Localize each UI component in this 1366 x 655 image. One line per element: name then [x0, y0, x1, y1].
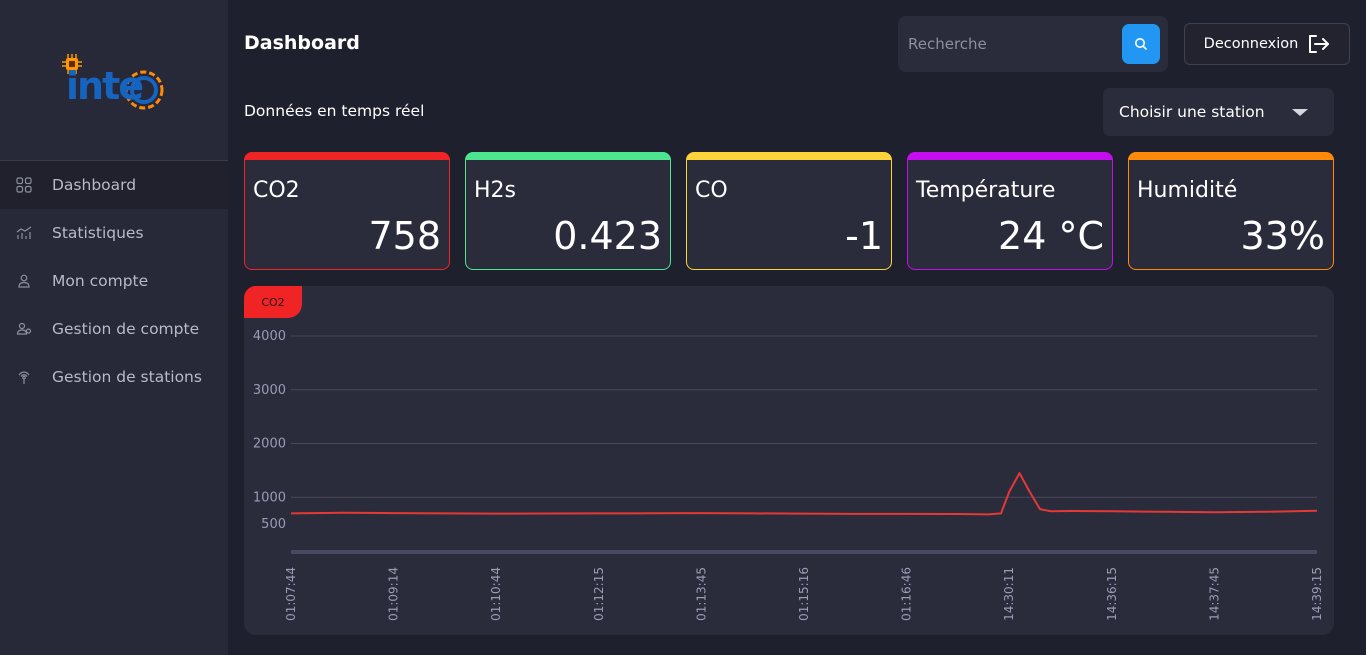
card-value: -1: [845, 214, 883, 258]
sidebar-item-label: Gestion de stations: [52, 368, 202, 386]
x-tick-label: 14:30:11: [1002, 567, 1016, 621]
station-select-label: Choisir une station: [1119, 103, 1265, 121]
x-tick-label: 01:07:44: [284, 567, 298, 621]
caret-down-icon: [1292, 109, 1308, 116]
antenna-icon: [16, 369, 32, 385]
y-tick-label: 4000: [253, 329, 286, 344]
sidebar-item-statistiques[interactable]: Statistiques: [0, 209, 228, 257]
x-tick-label: 01:16:46: [900, 567, 914, 621]
co2-line-chart: 500 1000 2000 3000 4000 01:07:44 01:09:14 01:10…: [253, 329, 1324, 621]
sensor-card-h2s: H2s 0.423: [465, 152, 671, 270]
sidebar-item-mon-compte[interactable]: Mon compte: [0, 257, 228, 305]
search-button[interactable]: [1122, 24, 1160, 64]
sensor-card-humidite: Humidité 33%: [1128, 152, 1334, 270]
card-title: H2s: [474, 178, 517, 203]
card-title: Température: [916, 178, 1056, 203]
search-box: [898, 16, 1168, 72]
card-title: CO2: [253, 178, 300, 203]
user-icon: [16, 273, 32, 289]
sidebar-item-label: Statistiques: [52, 224, 144, 242]
x-tick-label: 14:36:15: [1105, 567, 1119, 621]
series-line-co2: [290, 472, 1318, 516]
co2-chart-panel: 500 1000 2000 3000 4000 01:07:44 01:09:14 01:10…: [244, 286, 1334, 635]
page-title: Dashboard: [244, 32, 360, 54]
logo-text: inte: [66, 64, 144, 108]
x-tick-label: 01:09:14: [387, 567, 401, 621]
x-tick-label: 01:10:44: [489, 567, 503, 621]
sensor-card-co: CO -1: [686, 152, 892, 270]
card-title: Humidité: [1137, 178, 1238, 203]
logout-label: Deconnexion: [1203, 36, 1299, 52]
x-tick-label: 14:37:45: [1207, 567, 1221, 621]
chart-icon: [16, 225, 32, 241]
sidebar-item-dashboard[interactable]: Dashboard: [0, 161, 228, 209]
sidebar: inte Dashboard Statistiques Mon compte G: [0, 0, 228, 655]
card-value: 24 °C: [998, 214, 1104, 258]
card-value: 758: [368, 214, 441, 258]
sidebar-item-gestion-de-compte[interactable]: Gestion de compte: [0, 305, 228, 353]
x-tick-label: 01:15:16: [797, 567, 811, 621]
card-title: CO: [695, 178, 728, 203]
card-value: 33%: [1240, 214, 1325, 258]
search-input[interactable]: [908, 32, 1108, 56]
sensor-card-temperature: Température 24 °C: [907, 152, 1113, 270]
sensor-card-co2: CO2 758: [244, 152, 450, 270]
y-tick-label: 2000: [253, 437, 286, 452]
sidebar-item-label: Mon compte: [52, 272, 149, 290]
x-tick-label: 01:12:15: [592, 567, 606, 621]
search-icon: [1135, 38, 1148, 51]
brand-logo: inte: [60, 52, 170, 116]
sidebar-item-label: Gestion de compte: [52, 320, 200, 338]
card-value: 0.423: [553, 214, 662, 258]
station-select[interactable]: Choisir une station: [1103, 88, 1334, 136]
y-tick-label: 1000: [253, 490, 286, 505]
y-tick-label: 3000: [253, 383, 286, 398]
sidebar-nav: Dashboard Statistiques Mon compte Gestio…: [0, 161, 228, 401]
grid-icon: [16, 177, 32, 193]
logout-button[interactable]: Deconnexion: [1184, 23, 1350, 65]
logout-icon: [1309, 35, 1330, 53]
sidebar-item-gestion-de-stations[interactable]: Gestion de stations: [0, 353, 228, 401]
realtime-subtitle: Données en temps réel: [244, 102, 425, 120]
x-tick-label: 01:13:45: [694, 567, 708, 621]
chart-tag: CO2: [244, 286, 302, 318]
y-tick-label: 500: [261, 517, 286, 532]
sidebar-item-label: Dashboard: [52, 176, 137, 194]
users-icon: [16, 321, 32, 337]
x-tick-label: 14:39:15: [1310, 567, 1324, 621]
